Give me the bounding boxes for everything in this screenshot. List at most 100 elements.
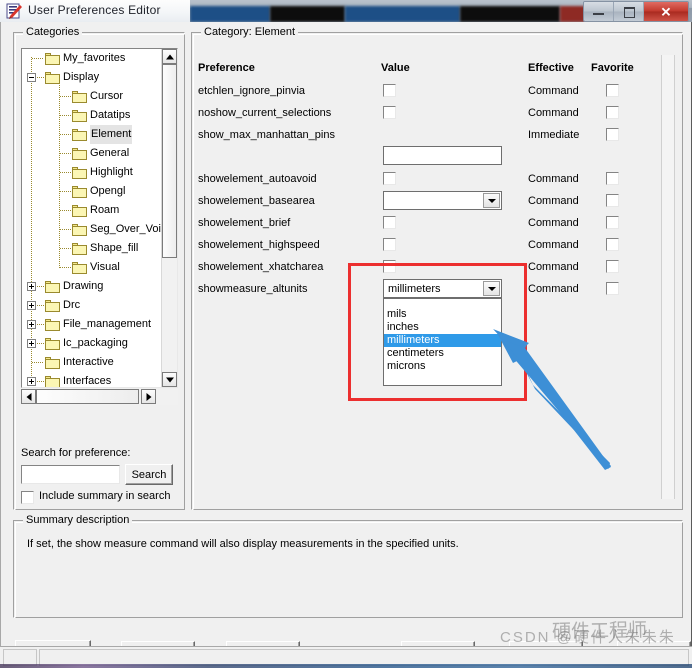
dropdown-option-mils[interactable]: mils (384, 308, 501, 321)
category-tree[interactable]: My_favorites Display Cursor Datatips Ele… (21, 48, 178, 388)
search-button[interactable]: Search (125, 464, 173, 485)
effective-value: Command (528, 217, 579, 229)
column-header-value: Value (381, 62, 410, 74)
tree-item[interactable]: Datatips (22, 106, 163, 125)
tree-item[interactable]: Opengl (22, 182, 163, 201)
search-input[interactable] (21, 465, 120, 484)
include-summary-label: Include summary in search (39, 490, 171, 502)
effective-value: Command (528, 107, 579, 119)
tree-item-label: My_favorites (63, 52, 126, 64)
tree-item[interactable]: Shape_fill (22, 239, 163, 258)
tree-item[interactable]: My_favorites (22, 49, 163, 68)
favorite-checkbox[interactable] (606, 216, 619, 229)
tree-item[interactable]: Cursor (22, 87, 163, 106)
tree-hscroll-thumb[interactable] (36, 389, 139, 404)
effective-value: Command (528, 85, 579, 97)
value-text-input[interactable] (383, 146, 502, 165)
scroll-left-button[interactable] (21, 389, 36, 404)
favorite-checkbox[interactable] (606, 106, 619, 119)
folder-icon (72, 110, 87, 122)
search-label: Search for preference: (21, 447, 131, 459)
tree-item-label: Drc (63, 299, 81, 311)
minimize-button[interactable] (584, 2, 614, 21)
preference-name: showelement_highspeed (198, 239, 320, 251)
dropdown-option-millimeters[interactable]: millimeters (384, 334, 501, 347)
tree-item[interactable]: General (22, 144, 163, 163)
scroll-up-icon (165, 54, 174, 59)
favorite-checkbox[interactable] (606, 128, 619, 141)
maximize-button[interactable] (614, 2, 644, 21)
close-button[interactable]: ✕ (644, 2, 688, 21)
altunits-dropdown-button[interactable] (483, 281, 500, 296)
folder-icon (72, 243, 87, 255)
expand-icon[interactable] (27, 282, 36, 291)
altunits-dropdown-list[interactable]: mils inches millimeters centimeters micr… (383, 298, 502, 386)
dropdown-option-inches[interactable]: inches (384, 321, 501, 334)
folder-icon (45, 281, 60, 293)
include-summary-checkbox[interactable] (21, 491, 34, 504)
scroll-right-button[interactable] (141, 389, 156, 404)
preference-name: noshow_current_selections (198, 107, 332, 119)
tree-item[interactable]: Display (22, 68, 163, 87)
column-header-favorite: Favorite (591, 62, 634, 74)
tree-item-label: Datatips (90, 109, 131, 121)
tree-item-label: Drawing (63, 280, 104, 292)
tree-item[interactable]: Visual (22, 258, 163, 277)
expand-icon[interactable] (27, 320, 36, 329)
value-checkbox[interactable] (383, 106, 396, 119)
tree-item-label: Interfaces (63, 375, 112, 387)
tree-item[interactable]: Roam (22, 201, 163, 220)
value-checkbox[interactable] (383, 216, 396, 229)
altunits-combobox[interactable]: millimeters (383, 279, 502, 298)
scroll-up-button[interactable] (162, 49, 177, 64)
expand-icon[interactable] (27, 301, 36, 310)
altunits-combobox-text: millimeters (388, 282, 441, 295)
tree-item[interactable]: Drawing (22, 277, 163, 296)
favorite-checkbox[interactable] (606, 194, 619, 207)
tree-item-element[interactable]: Element (22, 125, 163, 144)
collapse-icon[interactable] (27, 73, 36, 82)
tree-horizontal-scrollbar[interactable] (21, 389, 178, 405)
summary-description-legend: Summary description (23, 514, 133, 526)
tree-item[interactable]: Seg_Over_Voi (22, 220, 163, 239)
expand-icon[interactable] (27, 339, 36, 348)
tree-item[interactable]: Ic_packaging (22, 334, 163, 353)
value-checkbox[interactable] (383, 238, 396, 251)
close-icon: ✕ (660, 4, 672, 19)
tree-item-label: Interactive (63, 356, 114, 368)
folder-icon (72, 186, 87, 198)
tree-item-label: Visual (90, 261, 120, 273)
maximize-icon (624, 7, 635, 18)
favorite-checkbox[interactable] (606, 238, 619, 251)
favorite-checkbox[interactable] (606, 260, 619, 273)
favorite-checkbox[interactable] (606, 172, 619, 185)
tree-item[interactable]: Interactive (22, 353, 163, 372)
category-tree-content: My_favorites Display Cursor Datatips Ele… (22, 49, 163, 387)
folder-icon (72, 262, 87, 274)
preference-list-scrollbar[interactable] (661, 55, 675, 499)
tree-scroll-thumb[interactable] (162, 64, 177, 258)
scroll-left-icon (26, 392, 31, 401)
tree-item[interactable]: Drc (22, 296, 163, 315)
scroll-down-button[interactable] (162, 372, 177, 387)
expand-icon[interactable] (27, 377, 36, 386)
chevron-down-icon (487, 286, 496, 291)
preference-name: showmeasure_altunits (198, 283, 308, 295)
tree-item[interactable]: Interfaces (22, 372, 163, 387)
preference-name: showelement_brief (198, 217, 291, 229)
dropdown-option-centimeters[interactable]: centimeters (384, 347, 501, 360)
value-combobox[interactable] (383, 191, 502, 210)
desktop-edge-strip (0, 664, 692, 668)
favorite-checkbox[interactable] (606, 84, 619, 97)
minimize-icon (593, 13, 604, 15)
favorite-checkbox[interactable] (606, 282, 619, 295)
tree-vertical-scrollbar[interactable] (161, 49, 177, 387)
value-checkbox[interactable] (383, 172, 396, 185)
value-checkbox[interactable] (383, 84, 396, 97)
effective-value: Command (528, 173, 579, 185)
tree-item[interactable]: File_management (22, 315, 163, 334)
tree-item[interactable]: Highlight (22, 163, 163, 182)
combobox-dropdown-button[interactable] (483, 193, 500, 208)
value-checkbox[interactable] (383, 260, 396, 273)
dropdown-option-microns[interactable]: microns (384, 360, 501, 373)
